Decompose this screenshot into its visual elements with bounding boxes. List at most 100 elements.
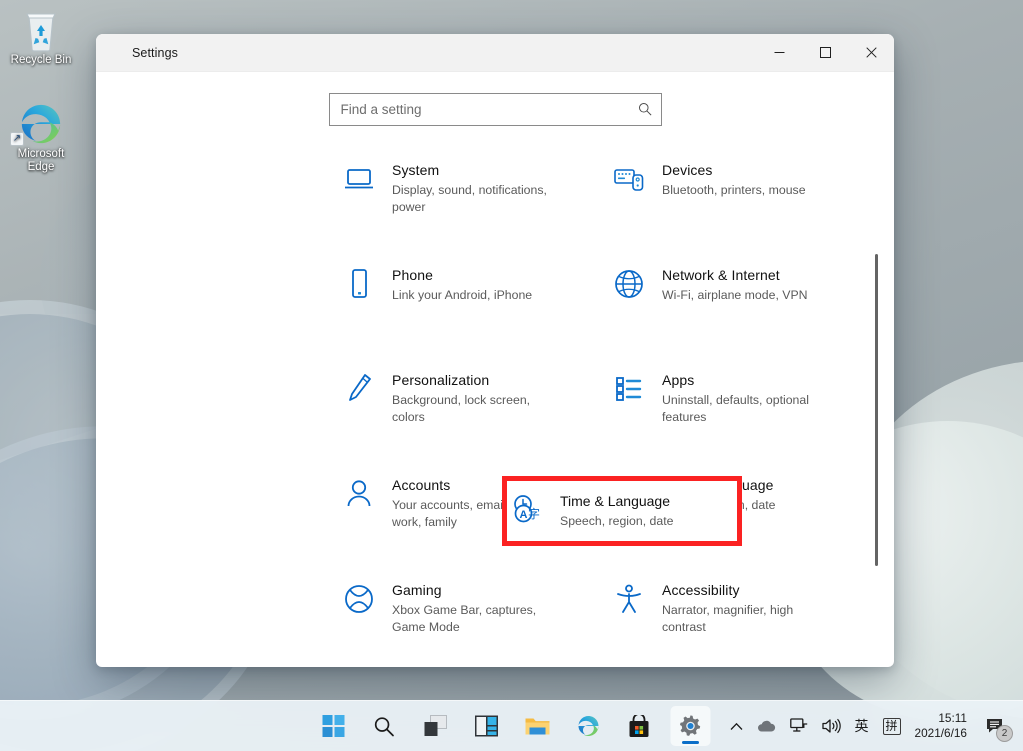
settings-tile-gaming[interactable]: Gaming Xbox Game Bar, captures, Game Mod… [344,576,614,667]
svg-text:字: 字 [630,491,642,506]
volume-button[interactable] [816,709,847,743]
tile-description: Bluetooth, printers, mouse [662,182,806,199]
taskbar-items [313,706,710,746]
windows-logo-icon [322,715,344,737]
volume-icon [822,718,841,734]
ime-pinyin-label: 拼 [883,718,901,735]
tile-title: Accounts [392,476,554,494]
tile-title: System [392,161,554,179]
tile-title: Devices [662,161,806,179]
minimize-button[interactable] [756,34,802,71]
window-title: Settings [132,46,178,60]
tile-description: Wi-Fi, airplane mode, VPN [662,287,808,304]
settings-tile-accounts[interactable]: Accounts Your accounts, email, sync, wor… [344,471,614,576]
scrollbar-track[interactable] [876,134,888,667]
ime-pinyin-button[interactable]: 拼 [877,709,907,743]
settings-tile-devices[interactable]: Devices Bluetooth, printers, mouse [614,156,884,261]
tile-description: Background, lock screen, colors [392,392,554,425]
clock-language-icon: A 字 [614,477,644,511]
start-button[interactable] [313,706,353,746]
tray-date: 2021/6/16 [915,726,967,741]
paintbrush-icon [344,372,374,406]
tile-description: Speech, region, date [662,497,776,514]
settings-grid-scroll: System Display, sound, notifications, po… [96,134,894,667]
tile-description: Xbox Game Bar, captures, Game Mode [392,602,554,635]
shortcut-arrow-icon: ↗ [10,132,24,146]
tray-chevron-button[interactable] [724,709,749,743]
maximize-button[interactable] [802,34,848,71]
laptop-icon [344,162,374,196]
tile-title: Phone [392,266,532,284]
accessibility-icon [614,582,644,616]
settings-tile-time-language[interactable]: A 字 Time & Language Speech, region, date [614,471,884,576]
phone-icon [344,267,374,301]
search-button[interactable] [364,706,404,746]
onedrive-cloud-icon [757,719,776,733]
notification-center-button[interactable]: 2 [979,709,1013,743]
settings-button[interactable] [670,706,710,746]
search-input[interactable] [330,94,661,125]
microsoft-edge-icon: ↗ [2,100,80,148]
settings-tile-apps[interactable]: Apps Uninstall, defaults, optional featu… [614,366,884,471]
desktop-icon-label: Recycle Bin [2,54,80,67]
desktop-icon-label: Microsoft Edge [2,148,80,174]
tile-title: Gaming [392,581,554,599]
scrollbar-thumb[interactable] [875,254,878,566]
settings-tile-personalization[interactable]: Personalization Background, lock screen,… [344,366,614,471]
task-view-icon [423,715,447,737]
tile-description: Link your Android, iPhone [392,287,532,304]
file-explorer-button[interactable] [517,706,557,746]
search-icon [638,102,652,116]
app-list-icon [614,372,644,406]
tray-time: 15:11 [915,711,967,726]
settings-tile-phone[interactable]: Phone Link your Android, iPhone [344,261,614,366]
network-icon [790,718,808,734]
ime-mode-button[interactable]: 英 [849,709,875,743]
close-button[interactable] [848,34,894,71]
tile-title: Accessibility [662,581,824,599]
tile-description: Display, sound, notifications, power [392,182,554,215]
settings-tile-network-internet[interactable]: Network & Internet Wi-Fi, airplane mode,… [614,261,884,366]
system-tray: 英 拼 15:11 2021/6/16 2 [724,709,1016,743]
globe-icon [614,267,644,301]
search-icon [374,716,395,737]
close-icon [866,47,877,58]
window-controls [756,34,894,71]
gear-icon [678,714,702,738]
network-button[interactable] [784,709,814,743]
tile-title: Time & Language [662,476,776,494]
tile-title: Personalization [392,371,554,389]
task-view-button[interactable] [415,706,455,746]
keyboard-mouse-icon [614,162,644,196]
desktop-icon-microsoft-edge[interactable]: ↗ Microsoft Edge [2,100,80,174]
settings-grid: System Display, sound, notifications, po… [96,134,894,667]
microsoft-edge-icon [576,714,600,738]
taskbar: 英 拼 15:11 2021/6/16 2 [0,700,1023,751]
microsoft-edge-button[interactable] [568,706,608,746]
clock-button[interactable]: 15:11 2021/6/16 [909,711,977,741]
settings-window: Settings [96,34,894,667]
maximize-icon [820,47,831,58]
tile-description: Narrator, magnifier, high contrast [662,602,824,635]
xbox-icon [344,582,374,616]
tile-title: Network & Internet [662,266,808,284]
window-title-bar[interactable]: Settings [96,34,894,72]
widgets-icon [474,715,498,737]
svg-text:A: A [622,494,630,506]
widgets-button[interactable] [466,706,506,746]
settings-tile-system[interactable]: System Display, sound, notifications, po… [344,156,614,261]
desktop-icon-recycle-bin[interactable]: Recycle Bin [2,6,80,67]
settings-tile-accessibility[interactable]: Accessibility Narrator, magnifier, high … [614,576,884,667]
notification-badge: 2 [996,725,1013,742]
search-box[interactable] [329,93,662,126]
tile-description: Your accounts, email, sync, work, family [392,497,554,530]
chevron-up-icon [730,722,743,731]
search-row [96,72,894,134]
recycle-bin-icon [2,6,80,54]
store-bag-icon [628,715,651,738]
onedrive-button[interactable] [751,709,782,743]
tile-description: Uninstall, defaults, optional features [662,392,824,425]
microsoft-store-button[interactable] [619,706,659,746]
tile-title: Apps [662,371,824,389]
minimize-icon [774,47,785,58]
